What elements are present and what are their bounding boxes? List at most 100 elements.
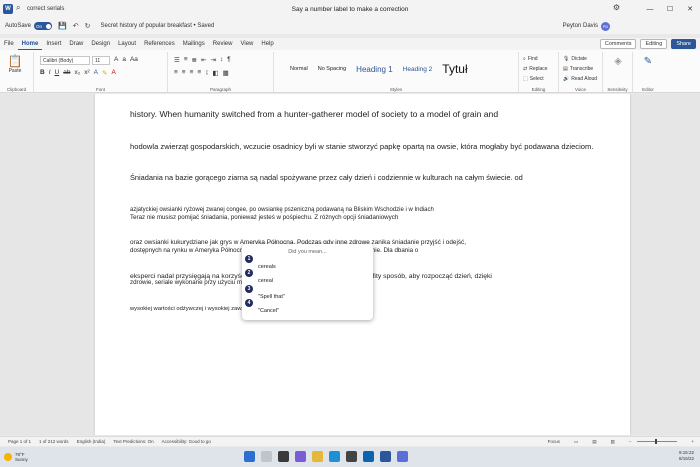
replace-button[interactable]: ⇄ Replace [523, 64, 548, 74]
zoom-out-icon[interactable]: − [629, 439, 632, 444]
bullets-icon[interactable]: ☰ [174, 56, 180, 64]
highlight-icon[interactable]: ✎ [102, 69, 107, 77]
user-account[interactable]: Peyton Davis PD [563, 21, 610, 31]
search-box-text[interactable]: correct serials [27, 6, 64, 12]
underline-icon[interactable]: U [55, 69, 60, 77]
text-predictions-status[interactable]: Text Predictions: On [113, 439, 153, 444]
transcribe-button[interactable]: ▤ Transcribe [563, 64, 597, 74]
superscript-icon[interactable]: x² [84, 69, 89, 77]
number-badge-2[interactable]: 2 [245, 269, 253, 277]
number-badge-1[interactable]: 1 [245, 255, 253, 263]
change-case-icon[interactable]: Aa [130, 56, 138, 63]
number-badge-3[interactable]: 3 [245, 285, 253, 293]
sort-icon[interactable]: ↕ [220, 56, 223, 64]
bold-icon[interactable]: B [40, 69, 45, 77]
share-button[interactable]: Share [671, 39, 696, 49]
comments-button[interactable]: Comments [599, 39, 637, 49]
web-layout-icon[interactable]: ▥ [610, 439, 614, 445]
teams-icon[interactable] [397, 451, 408, 462]
settings-icon[interactable]: ⚙ [613, 3, 620, 12]
language-status[interactable]: English (India) [77, 439, 106, 444]
maximize-icon[interactable]: ☐ [660, 0, 680, 18]
dictate-button[interactable]: 🎙 Dictate [563, 54, 597, 64]
search-icon[interactable] [261, 451, 272, 462]
tab-insert[interactable]: Insert [42, 38, 65, 50]
page-count[interactable]: Page 1 of 1 [8, 439, 31, 444]
zoom-slider[interactable] [637, 439, 678, 444]
edge-icon[interactable] [329, 451, 340, 462]
autosave-toggle[interactable]: On [34, 22, 53, 30]
task-view-icon[interactable] [278, 451, 289, 462]
undo-icon[interactable]: ↶ [73, 22, 79, 30]
font-color-icon[interactable]: A [111, 69, 115, 77]
font-size-select[interactable]: 11 [92, 56, 110, 65]
italic-icon[interactable]: I [49, 69, 51, 77]
redo-icon[interactable]: ↻ [85, 22, 91, 30]
text-effects-icon[interactable]: A [94, 69, 98, 77]
close-icon[interactable]: ✕ [680, 0, 700, 18]
accessibility-status[interactable]: Accessibility: Good to go [162, 439, 211, 444]
read-aloud-button[interactable]: 🔊 Read Aloud [563, 74, 597, 84]
tab-help[interactable]: Help [257, 38, 277, 50]
tab-draw[interactable]: Draw [65, 38, 87, 50]
editor-button[interactable]: ✎ [637, 56, 659, 67]
outlook-icon[interactable] [363, 451, 374, 462]
select-button[interactable]: ⬚ Select [523, 74, 548, 84]
tab-view[interactable]: View [236, 38, 257, 50]
system-tray[interactable]: 9:15:22 8/15/22 [679, 450, 694, 462]
file-explorer-icon[interactable] [312, 451, 323, 462]
focus-button[interactable]: Focus [548, 439, 560, 444]
suggestion-option-4[interactable]: "Cancel" [258, 308, 279, 314]
style-title[interactable]: Tytuł [442, 62, 467, 76]
suggestion-option-1[interactable]: cereals [258, 264, 276, 270]
word-count[interactable]: 1 of 212 words [39, 439, 69, 444]
strikethrough-icon[interactable]: ab [63, 69, 70, 77]
chat-icon[interactable] [295, 451, 306, 462]
find-button[interactable]: ⌕ Find [523, 54, 548, 64]
style-heading-2[interactable]: Heading 2 [403, 66, 433, 73]
read-mode-icon[interactable]: ▭ [574, 439, 578, 445]
multilevel-list-icon[interactable]: ≣ [192, 56, 197, 64]
style-heading-1[interactable]: Heading 1 [356, 65, 392, 74]
shading-icon[interactable]: ◧ [212, 69, 218, 77]
align-center-icon[interactable]: ≡ [182, 69, 186, 77]
decrease-indent-icon[interactable]: ⇤ [201, 56, 206, 64]
tab-references[interactable]: References [140, 38, 179, 50]
start-icon[interactable] [244, 451, 255, 462]
increase-indent-icon[interactable]: ⇥ [211, 56, 216, 64]
subscript-icon[interactable]: x₂ [74, 69, 80, 77]
style-normal[interactable]: Normal [290, 66, 308, 72]
pilcrow-icon[interactable]: ¶ [227, 56, 231, 64]
sensitivity-button[interactable]: ◈ [607, 56, 629, 67]
grow-font-icon[interactable]: A [114, 56, 118, 63]
zoom-in-icon[interactable]: + [691, 439, 694, 444]
weather-widget[interactable]: 78°F Sunny [4, 452, 28, 462]
suggestion-option-3[interactable]: "Spell that" [258, 294, 285, 300]
search-icon[interactable]: ⌕ [16, 3, 20, 13]
print-layout-icon[interactable]: ▤ [592, 439, 596, 445]
word-icon[interactable] [380, 451, 391, 462]
justify-icon[interactable]: ≡ [197, 69, 201, 77]
shrink-font-icon[interactable]: a [122, 56, 126, 63]
minimize-icon[interactable]: — [640, 0, 660, 18]
align-left-icon[interactable]: ≡ [174, 69, 178, 77]
number-badge-4[interactable]: 4 [245, 299, 253, 307]
tab-file[interactable]: File [0, 38, 18, 50]
tab-home[interactable]: Home [17, 38, 43, 50]
line-spacing-icon[interactable]: ↨ [205, 69, 208, 77]
tab-review[interactable]: Review [209, 38, 237, 50]
font-name-select[interactable]: Calibri (Body) [40, 56, 90, 65]
style-no-spacing[interactable]: No Spacing [318, 66, 346, 72]
store-icon[interactable] [346, 451, 357, 462]
suggestion-option-2[interactable]: cereal [258, 278, 273, 284]
tab-mailings[interactable]: Mailings [179, 38, 209, 50]
editing-mode-button[interactable]: Editing [640, 39, 668, 49]
align-right-icon[interactable]: ≡ [190, 69, 194, 77]
borders-icon[interactable]: ▦ [223, 69, 229, 77]
document-name[interactable]: Secret history of popular breakfast • Sa… [101, 23, 215, 29]
paste-button[interactable]: 📋 Paste [6, 54, 24, 74]
numbering-icon[interactable]: ≡ [184, 56, 188, 64]
tab-design[interactable]: Design [87, 38, 114, 50]
save-icon[interactable]: 💾 [58, 22, 67, 30]
tab-layout[interactable]: Layout [114, 38, 140, 50]
